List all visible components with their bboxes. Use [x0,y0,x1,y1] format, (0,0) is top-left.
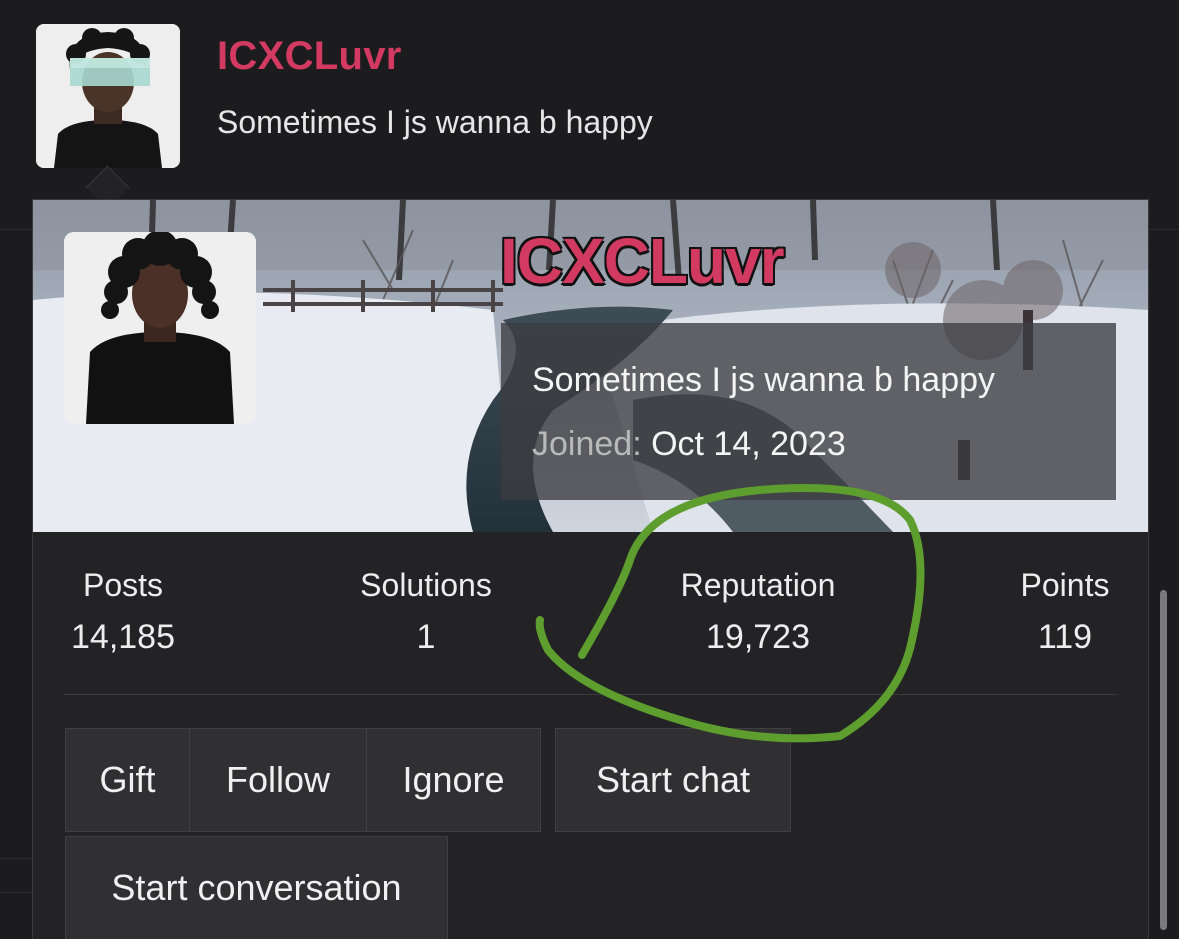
card-status: Sometimes I js wanna b happy [532,361,996,399]
start-chat-button[interactable]: Start chat [555,728,791,832]
avatar-image [36,24,180,168]
stat-solutions[interactable]: Solutions 1 [306,567,546,657]
gift-button[interactable]: Gift [65,728,190,832]
background-divider [0,858,32,859]
background-divider [1148,229,1179,230]
avatar-image [64,232,256,424]
scrollbar[interactable] [1160,590,1167,930]
ignore-button[interactable]: Ignore [366,728,541,832]
stat-label: Points [1020,567,1110,603]
stat-value: 1 [416,618,436,656]
stat-posts[interactable]: Posts 14,185 [33,567,243,657]
header-status: Sometimes I js wanna b happy [217,104,653,140]
card-avatar[interactable] [64,232,256,424]
header-username[interactable]: ICXCLuvr [217,34,402,79]
joined-date[interactable]: Oct 14, 2023 [651,425,846,463]
card-username[interactable]: ICXCLuvr [500,224,785,298]
stat-value: 19,723 [706,618,810,656]
member-tooltip-card: ICXCLuvr Sometimes I js wanna b happy Jo… [32,199,1149,939]
stat-value: 119 [1037,618,1093,656]
stat-value: 14,185 [71,618,175,656]
profile-info-box: Sometimes I js wanna b happy Joined: Oct… [501,323,1116,500]
stat-label: Solutions [360,567,492,603]
follow-button[interactable]: Follow [189,728,367,832]
header-avatar[interactable] [36,24,180,168]
stat-label: Reputation [680,567,836,603]
stat-label: Posts [82,567,164,603]
joined-label: Joined: [532,425,642,463]
joined-info: Joined: Oct 14, 2023 [532,425,846,464]
stats-divider [63,694,1117,695]
background-divider [0,892,32,893]
start-conversation-button[interactable]: Start conversation [65,836,448,939]
stat-reputation[interactable]: Reputation 19,723 [638,567,878,657]
background-divider [0,229,32,230]
stat-points[interactable]: Points 119 [945,567,1148,657]
profile-tooltip-screen: ICXCLuvr Sometimes I js wanna b happy IC… [0,0,1179,939]
